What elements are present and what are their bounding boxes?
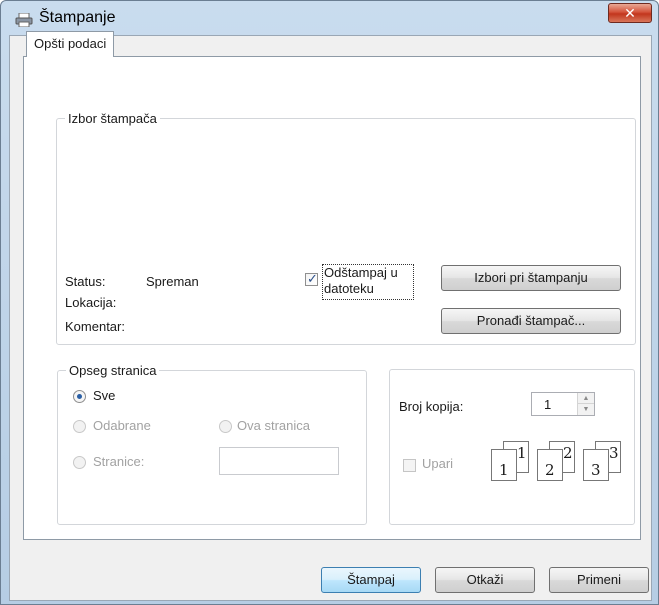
collate-label[interactable]: Upari	[422, 456, 453, 471]
range-all-radio[interactable]	[73, 390, 86, 403]
print-to-file-checkbox[interactable]	[305, 271, 318, 287]
print-dialog-window: Štampanje ✕ Opšti podaci Izbor štampača …	[0, 0, 659, 605]
collate-preview-icon: 1 1 2 2 3 3	[491, 441, 631, 486]
location-label: Lokacija:	[65, 295, 117, 310]
cancel-button-label: Otkaži	[466, 572, 504, 587]
range-current-page-label[interactable]: Ova stranica	[237, 418, 310, 433]
print-to-file-label-line1: Odštampaj u	[324, 265, 398, 280]
window-title: Štampanje	[39, 9, 116, 26]
print-to-file-label-line2: datoteku	[324, 281, 374, 296]
printer-selection-legend: Izbor štampača	[68, 111, 157, 126]
apply-button-label: Primeni	[576, 572, 622, 587]
print-button-label: Štampaj	[347, 572, 395, 587]
cancel-button[interactable]: Otkaži	[435, 567, 535, 593]
spinner-up-icon[interactable]: ▲	[578, 393, 594, 404]
range-all-label[interactable]: Sve	[93, 388, 115, 403]
collate-checkbox[interactable]	[403, 459, 416, 472]
status-value: Spreman	[146, 274, 199, 289]
range-pages-label[interactable]: Stranice:	[93, 454, 144, 469]
find-printer-button-label: Pronađi štampač...	[476, 313, 586, 328]
range-selection-radio[interactable]	[73, 420, 86, 433]
copies-spinner[interactable]: 1 ▲ ▼	[531, 392, 595, 416]
copies-count-label: Broj kopija:	[399, 399, 464, 414]
printing-preferences-button[interactable]: Izbori pri štampanju	[441, 265, 621, 291]
pages-input[interactable]	[219, 447, 339, 475]
print-button[interactable]: Štampaj	[321, 567, 421, 593]
apply-button[interactable]: Primeni	[549, 567, 649, 593]
range-pages-radio[interactable]	[73, 456, 86, 469]
copies-count-value: 1	[544, 397, 552, 412]
find-printer-button[interactable]: Pronađi štampač...	[441, 308, 621, 334]
tab-general[interactable]: Opšti podaci	[26, 31, 115, 57]
close-icon: ✕	[624, 5, 636, 21]
printing-preferences-button-label: Izbori pri štampanju	[474, 270, 588, 285]
comment-label: Komentar:	[65, 319, 125, 334]
status-label: Status:	[65, 274, 106, 289]
copies-spinner-arrows[interactable]: ▲ ▼	[577, 393, 594, 415]
tab-general-label: Opšti podaci	[34, 36, 107, 51]
printer-icon	[15, 13, 33, 27]
print-to-file-label[interactable]: Odštampaj u datoteku	[322, 264, 414, 300]
close-button[interactable]: ✕	[608, 3, 652, 23]
range-current-page-radio[interactable]	[219, 420, 232, 433]
page-range-legend: Opseg stranica	[69, 363, 157, 378]
spinner-down-icon[interactable]: ▼	[578, 404, 594, 415]
range-selection-label[interactable]: Odabrane	[93, 418, 151, 433]
